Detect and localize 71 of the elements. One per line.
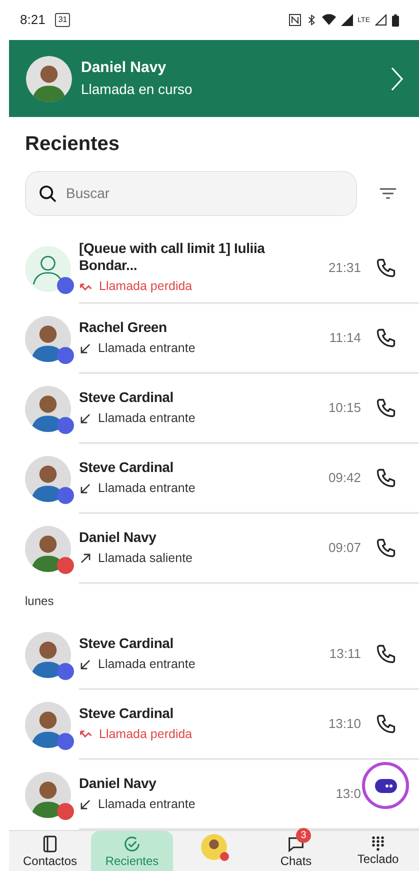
contact-name: [Queue with call limit 1] Iuliia Bondar... [79, 240, 266, 274]
assistant-button[interactable] [362, 762, 409, 809]
contact-name: Steve Cardinal [79, 634, 174, 652]
page-title: Recientes [25, 132, 120, 157]
nav-tab[interactable]: Contactos [9, 831, 91, 871]
phone-icon[interactable] [375, 327, 397, 349]
bluetooth-icon [306, 14, 317, 26]
call-type: Llamada saliente [98, 550, 193, 567]
phone-icon[interactable] [375, 257, 397, 279]
phone-icon[interactable] [375, 467, 397, 489]
call-time: 13:0 [334, 785, 361, 804]
call-time: 21:31 [327, 259, 361, 278]
call-time: 10:15 [327, 399, 361, 418]
assistant-pill-icon [374, 778, 396, 792]
caller-name: Daniel Navy [81, 58, 168, 78]
signal-outline-icon [375, 14, 387, 26]
incoming-arrow-icon [79, 342, 92, 354]
incoming-arrow-icon [79, 412, 92, 424]
check-circle-icon [122, 834, 142, 854]
calendar-badge: 31 [55, 13, 70, 27]
nav-tab[interactable]: 3 Chats [255, 831, 337, 871]
phone-icon[interactable] [375, 713, 397, 735]
call-log-item[interactable]: Steve Cardinal Llamada entrante 09:42 [0, 444, 419, 514]
call-time: 11:14 [328, 329, 361, 348]
contact-name: Daniel Navy [79, 774, 158, 792]
call-time: 13:10 [327, 715, 361, 734]
contact-name: Daniel Navy [79, 528, 158, 546]
incoming-arrow-icon [79, 658, 92, 670]
battery-icon [392, 14, 399, 26]
call-time: 09:42 [327, 469, 361, 488]
call-time: 13:11 [328, 645, 361, 664]
call-type: Llamada entrante [98, 410, 196, 427]
search-icon [38, 184, 58, 204]
call-log-item[interactable]: [Queue with call limit 1] Iuliia Bondar... Llamada perdida 21:31 [0, 234, 419, 304]
wifi-icon [322, 14, 336, 26]
phone-icon[interactable] [375, 643, 397, 665]
nfc-icon [288, 14, 301, 26]
call-log-item[interactable]: Steve Cardinal Llamada perdida 13:10 [0, 690, 419, 760]
status-time: 8:21 [20, 11, 46, 30]
call-type: Llamada perdida [99, 726, 192, 743]
phone-icon[interactable] [375, 397, 397, 419]
call-time: 09:07 [327, 539, 361, 558]
outgoing-arrow-icon [79, 552, 92, 564]
contact-name: Steve Cardinal [79, 458, 174, 476]
filter-icon[interactable] [379, 187, 397, 200]
call-type: Llamada entrante [98, 340, 196, 357]
incoming-arrow-icon [79, 798, 92, 810]
contact-name: Steve Cardinal [79, 704, 174, 722]
call-type: Llamada entrante [98, 796, 196, 813]
day-header: lunes [25, 593, 55, 610]
unread-badge: 3 [296, 828, 311, 843]
chevron-right-icon [391, 66, 403, 90]
active-call-banner[interactable]: Daniel Navy Llamada en curso [9, 40, 419, 117]
search-field[interactable]: Buscar [25, 171, 357, 216]
incoming-arrow-icon [79, 482, 92, 494]
contact-name: Rachel Green [79, 318, 168, 336]
call-log-item[interactable]: Rachel Green Llamada entrante 11:14 [0, 304, 419, 374]
call-log-item[interactable]: Daniel Navy Llamada saliente 09:07 [0, 514, 419, 584]
search-input[interactable]: Buscar [66, 183, 344, 204]
call-log-item[interactable]: Steve Cardinal Llamada entrante 10:15 [0, 374, 419, 444]
nav-tab[interactable]: Teclado [337, 831, 419, 871]
call-log-item[interactable]: Steve Cardinal Llamada entrante 13:11 [0, 620, 419, 690]
contact-name: Steve Cardinal [79, 388, 174, 406]
call-type: Llamada entrante [98, 656, 196, 673]
signal-icon [340, 14, 353, 26]
call-status: Llamada en curso [81, 80, 192, 100]
keypad-icon [369, 834, 387, 852]
call-type: Llamada entrante [98, 480, 196, 497]
person-placeholder-icon [25, 246, 71, 292]
call-type: Llamada perdida [99, 278, 192, 296]
phone-icon[interactable] [375, 537, 397, 559]
